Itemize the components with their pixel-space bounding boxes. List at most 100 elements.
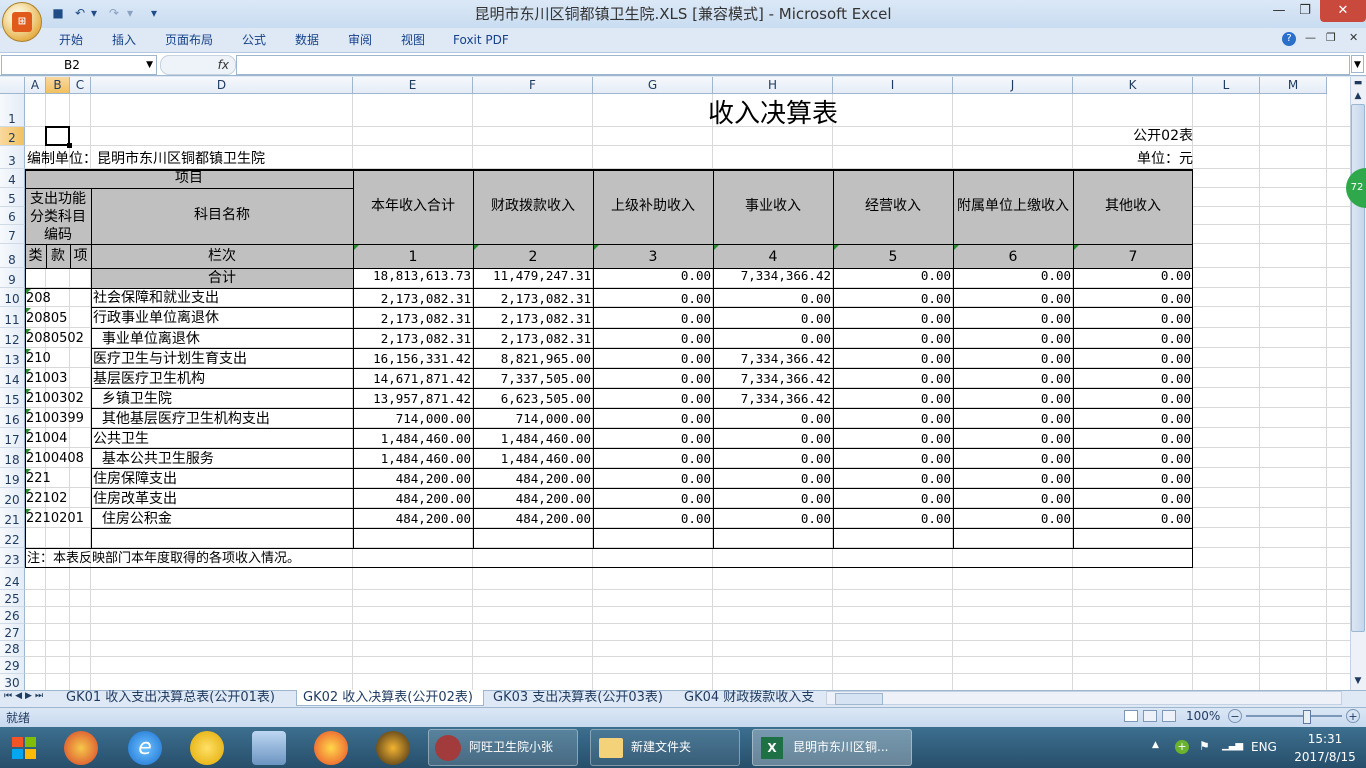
amount-cell[interactable]: 0.00 <box>593 408 713 428</box>
amount-cell[interactable]: 7,334,366.42 <box>713 368 833 388</box>
amount-cell[interactable]: 0.00 <box>953 428 1073 448</box>
amount-cell[interactable]: 2,173,082.31 <box>473 307 593 328</box>
internet-explorer-icon[interactable]: e <box>128 731 162 765</box>
row-header-21[interactable]: 21 <box>0 508 25 528</box>
remote-desktop-icon[interactable] <box>252 731 286 765</box>
office-button[interactable]: ⊞ <box>2 2 42 42</box>
row-header-4[interactable]: 4 <box>0 169 25 188</box>
column-header-g[interactable]: G <box>593 77 713 94</box>
amount-cell[interactable]: 0.00 <box>713 408 833 428</box>
row-header-20[interactable]: 20 <box>0 488 25 508</box>
amount-cell[interactable]: 2,173,082.31 <box>473 288 593 307</box>
help-icon[interactable]: ? <box>1282 32 1296 46</box>
total-row-label[interactable]: 合计 <box>91 268 353 288</box>
header-income-column[interactable]: 附属单位上缴收入 <box>953 169 1073 244</box>
language-indicator[interactable]: ENG <box>1251 740 1277 754</box>
amount-cell[interactable]: 7,334,366.42 <box>713 348 833 368</box>
table-note[interactable]: 注：本表反映部门本年度取得的各项收入情况。 <box>27 548 727 568</box>
amount-cell[interactable]: 0.00 <box>953 388 1073 408</box>
subject-name[interactable]: 住房改革支出 <box>93 488 353 508</box>
amount-cell[interactable]: 2,173,082.31 <box>473 328 593 348</box>
amount-cell[interactable]: 484,200.00 <box>473 508 593 528</box>
column-header-k[interactable]: K <box>1073 77 1193 94</box>
report-title[interactable]: 收入决算表 <box>353 94 1193 127</box>
taskbar-app-icon-3[interactable] <box>314 731 348 765</box>
column-header-e[interactable]: E <box>353 77 473 94</box>
tab-page-layout[interactable]: 页面布局 <box>165 31 213 49</box>
column-header-f[interactable]: F <box>473 77 593 94</box>
amount-cell[interactable]: 0.00 <box>1073 508 1193 528</box>
header-column-index[interactable]: 2 <box>473 244 593 268</box>
column-header-i[interactable]: I <box>833 77 953 94</box>
normal-view-icon[interactable] <box>1124 710 1138 722</box>
zoom-level[interactable]: 100% <box>1186 709 1220 723</box>
row-header-22[interactable]: 22 <box>0 528 25 548</box>
worksheet-grid[interactable]: A B C D E F G H I J K L M 1 2 3 4 5 6 7 8 9 10 11 12 13 14 15 16 17 18… <box>0 77 1350 691</box>
amount-cell[interactable]: 0.00 <box>833 488 953 508</box>
header-function-code[interactable]: 支出功能分类科目编码 <box>25 188 91 244</box>
sheet-tab-gk01[interactable]: GK01 收入支出决算总表(公开01表) <box>66 690 293 706</box>
expand-formula-bar-icon[interactable]: ▼ <box>1351 55 1364 73</box>
amount-cell[interactable]: 0.00 <box>953 368 1073 388</box>
row-header-26[interactable]: 26 <box>0 607 25 624</box>
header-income-column[interactable]: 事业收入 <box>713 169 833 244</box>
amount-cell[interactable]: 0.00 <box>1073 348 1193 368</box>
amount-cell[interactable]: 0.00 <box>593 508 713 528</box>
amount-cell[interactable]: 14,671,871.42 <box>353 368 473 388</box>
total-value[interactable]: 0.00 <box>593 268 713 288</box>
total-value[interactable]: 11,479,247.31 <box>473 268 593 288</box>
amount-cell[interactable]: 0.00 <box>833 428 953 448</box>
amount-cell[interactable]: 0.00 <box>593 448 713 468</box>
header-income-column[interactable]: 经营收入 <box>833 169 953 244</box>
row-header-6[interactable]: 6 <box>0 207 25 225</box>
subject-code[interactable]: 221 <box>26 468 91 488</box>
amount-cell[interactable]: 0.00 <box>593 307 713 328</box>
column-header-l[interactable]: L <box>1193 77 1260 94</box>
total-value[interactable]: 0.00 <box>833 268 953 288</box>
subject-code[interactable]: 22102 <box>26 488 91 508</box>
taskbar-task-chat[interactable]: 阿旺卫生院小张 <box>428 729 578 766</box>
taskbar-app-icon-1[interactable] <box>64 731 98 765</box>
amount-cell[interactable]: 484,200.00 <box>473 488 593 508</box>
amount-cell[interactable]: 0.00 <box>833 328 953 348</box>
amount-cell[interactable]: 1,484,460.00 <box>353 448 473 468</box>
amount-cell[interactable]: 0.00 <box>713 448 833 468</box>
amount-cell[interactable]: 0.00 <box>953 348 1073 368</box>
row-header-16[interactable]: 16 <box>0 408 25 428</box>
ribbon-minimize-icon[interactable]: — <box>1305 31 1316 44</box>
amount-cell[interactable]: 0.00 <box>1073 448 1193 468</box>
amount-cell[interactable]: 2,173,082.31 <box>353 288 473 307</box>
subject-code[interactable]: 2210201 <box>26 508 91 528</box>
name-box[interactable]: B2 ▼ <box>1 55 157 75</box>
header-income-column[interactable]: 本年收入合计 <box>353 169 473 244</box>
name-box-dropdown-icon[interactable]: ▼ <box>146 56 153 74</box>
taskbar-app-icon-4[interactable] <box>376 731 410 765</box>
clock-date[interactable]: 2017/8/15 <box>1290 750 1360 764</box>
amount-cell[interactable]: 0.00 <box>713 328 833 348</box>
row-header-29[interactable]: 29 <box>0 657 25 674</box>
amount-cell[interactable]: 0.00 <box>1073 468 1193 488</box>
amount-cell[interactable]: 0.00 <box>953 448 1073 468</box>
amount-cell[interactable]: 0.00 <box>1073 388 1193 408</box>
amount-cell[interactable]: 2,173,082.31 <box>353 307 473 328</box>
amount-cell[interactable]: 2,173,082.31 <box>353 328 473 348</box>
row-header-19[interactable]: 19 <box>0 468 25 488</box>
row-header-11[interactable]: 11 <box>0 307 25 328</box>
amount-cell[interactable]: 484,200.00 <box>353 468 473 488</box>
amount-cell[interactable]: 0.00 <box>593 428 713 448</box>
tab-review[interactable]: 审阅 <box>348 31 372 49</box>
subject-name[interactable]: 社会保障和就业支出 <box>93 288 353 307</box>
column-header-m[interactable]: M <box>1260 77 1327 94</box>
header-column-index-label[interactable]: 栏次 <box>91 244 353 268</box>
header-lei[interactable]: 类 <box>25 244 46 268</box>
page-layout-view-icon[interactable] <box>1143 710 1157 722</box>
amount-cell[interactable]: 0.00 <box>593 388 713 408</box>
amount-cell[interactable]: 484,200.00 <box>473 468 593 488</box>
subject-code[interactable]: 2100408 <box>26 448 91 468</box>
subject-name[interactable]: 基层医疗卫生机构 <box>93 368 353 388</box>
row-header-15[interactable]: 15 <box>0 388 25 408</box>
taskbar-task-folder[interactable]: 新建文件夹 <box>590 729 740 766</box>
amount-cell[interactable]: 0.00 <box>1073 328 1193 348</box>
unit-label[interactable]: 编制单位：昆明市东川区铜都镇卫生院 <box>27 146 347 169</box>
tab-insert[interactable]: 插入 <box>112 31 136 49</box>
